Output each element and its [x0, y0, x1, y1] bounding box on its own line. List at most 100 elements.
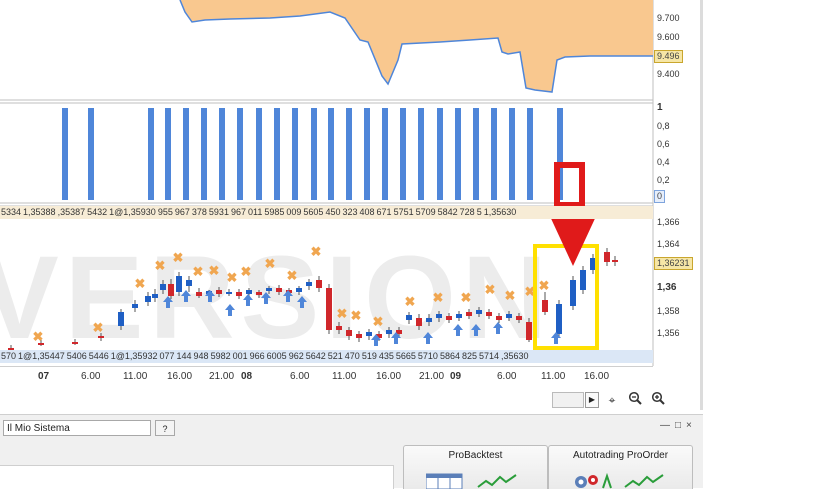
- indicator-bar: [328, 108, 334, 200]
- system-list-pane: [0, 465, 394, 489]
- entry-cross-marker: ✖: [351, 308, 362, 323]
- chart-canvas[interactable]: VERSION ✖✖✖✖✖✖ ✖ ✖ ✖✖✖✖✖ ✖ ✖✖ ✖ ✖✖ ✖ ✖ ✖: [0, 0, 700, 410]
- trade-label: 955: [157, 207, 173, 217]
- date-time-label: 6.00: [290, 371, 310, 382]
- entry-cross-marker: ✖: [461, 290, 472, 305]
- trade-label: 519: [361, 351, 377, 361]
- equity-panel: [179, 0, 653, 93]
- indicator-bar: [183, 108, 189, 200]
- equity-area: [180, 0, 653, 92]
- entry-cross-marker: ✖: [241, 264, 252, 279]
- window-controls: —□×: [660, 420, 697, 431]
- autotrading-proorder-button[interactable]: Autotrading ProOrder: [548, 445, 693, 489]
- indicator-bar: [201, 108, 207, 200]
- trade-label: 825: [461, 351, 477, 361]
- trade-label: 011: [247, 207, 263, 217]
- trade-label: 1@1,35447: [18, 351, 65, 361]
- backtest-icon: [426, 473, 517, 489]
- trade-label: 5714: [479, 351, 500, 361]
- entry-cross-marker: ✖: [265, 256, 276, 271]
- trade-label: 1,35630: [483, 207, 517, 217]
- window-edge: [700, 0, 703, 410]
- maximize-button[interactable]: □: [675, 420, 686, 431]
- trade-label: 5709: [415, 207, 436, 217]
- indicator-bar: [382, 108, 388, 200]
- probacktest-button[interactable]: ProBacktest: [403, 445, 548, 489]
- trade-label: 948: [193, 351, 209, 361]
- trade-label: 1@1,35930: [109, 207, 156, 217]
- date-day-label: 09: [450, 371, 462, 382]
- indicator-bar: [418, 108, 424, 200]
- trade-label: 967: [230, 207, 246, 217]
- equity-tick: 9.600: [657, 32, 680, 42]
- play-icon[interactable]: ▶: [585, 392, 599, 408]
- probacktest-label: ProBacktest: [448, 450, 503, 461]
- trade-label: 144: [176, 351, 192, 361]
- entry-cross-marker: ✖: [373, 314, 384, 329]
- indicator-bar: [311, 108, 317, 200]
- candle: [580, 266, 586, 294]
- price-tick: 1,358: [657, 306, 680, 316]
- indicator-tick: 0,8: [657, 121, 670, 131]
- trade-label: 378: [191, 207, 207, 217]
- trade-label: ,35630: [501, 351, 529, 361]
- date-time-label: 11.00: [332, 371, 357, 382]
- trade-label: 450: [325, 207, 341, 217]
- zoom-in-icon[interactable]: [649, 391, 667, 409]
- trade-label: 5446: [88, 351, 109, 361]
- trade-label: 1@1,35932: [110, 351, 158, 361]
- date-time-label: 16.00: [584, 371, 610, 382]
- entry-cross-marker: ✖: [209, 263, 220, 278]
- trading-chart[interactable]: VERSION ✖ ✖ ✖ ✖ ✖ ✖ ✖ ✖ ✖ ✖ ✖ ✖ ✖ ✖ ✖ ✖ ✖ ✖ ✖ ✖ ✖ ✖ 5334 1,353…: [0, 0, 700, 410]
- system-name-field[interactable]: Il Mio Sistema: [3, 420, 151, 436]
- indicator-tick: 0,6: [657, 139, 670, 149]
- date-time-label: 16.00: [167, 371, 193, 382]
- indicator-bar: [400, 108, 406, 200]
- entry-cross-marker: ✖: [193, 264, 204, 279]
- trade-label: 5642: [305, 351, 326, 361]
- date-day-label: 07: [38, 371, 50, 382]
- trade-label: 5931: [208, 207, 229, 217]
- trade-label: 1,35388: [23, 207, 56, 217]
- date-time-label: 21.00: [419, 371, 445, 382]
- close-button[interactable]: ×: [686, 420, 697, 431]
- date-time-label: 11.00: [123, 371, 148, 382]
- equity-tick: 9.400: [657, 69, 680, 79]
- candle: [556, 300, 562, 338]
- trade-label: 962: [288, 351, 304, 361]
- candle: [612, 256, 618, 266]
- entry-cross-marker: ✖: [539, 278, 550, 293]
- help-button[interactable]: ?: [155, 420, 175, 436]
- entry-cross-marker: ✖: [135, 276, 146, 291]
- autotrading-icon: [575, 472, 664, 489]
- indicator-bar: [62, 108, 68, 200]
- indicator-bar: [437, 108, 443, 200]
- trading-system-panel: Il Mio Sistema ? —□× ProBacktest Autotra…: [0, 414, 703, 489]
- minimize-button[interactable]: —: [660, 420, 675, 431]
- indicator-bar: [165, 108, 171, 200]
- indicator-tick: 1: [657, 102, 663, 113]
- trade-label: 009: [286, 207, 302, 217]
- indicator-bar: [148, 108, 154, 200]
- date-time-label: 21.00: [209, 371, 235, 382]
- trade-label: 408: [359, 207, 375, 217]
- indicator-bar: [256, 108, 262, 200]
- indicator-bar: [292, 108, 298, 200]
- equity-tick: 9.700: [657, 13, 680, 23]
- zoom-out-icon[interactable]: [626, 391, 644, 409]
- trade-label: 5864: [439, 351, 460, 361]
- trade-label: 001: [232, 351, 248, 361]
- trade-label: 5334: [1, 207, 22, 217]
- indicator-bar: [509, 108, 515, 200]
- zoom-fit-icon[interactable]: ⌖: [603, 391, 621, 409]
- indicator-bar: [491, 108, 497, 200]
- price-tick: 1,36: [657, 282, 677, 293]
- indicator-bar: [473, 108, 479, 200]
- indicator-tick: 0,4: [657, 157, 670, 167]
- price-current-value: 1,36231: [654, 257, 693, 270]
- horizontal-scrollbar[interactable]: [552, 392, 584, 408]
- date-day-label: 08: [241, 371, 253, 382]
- indicator-bar: [346, 108, 352, 200]
- trade-label: 5710: [417, 351, 438, 361]
- trade-label: 6005: [266, 351, 287, 361]
